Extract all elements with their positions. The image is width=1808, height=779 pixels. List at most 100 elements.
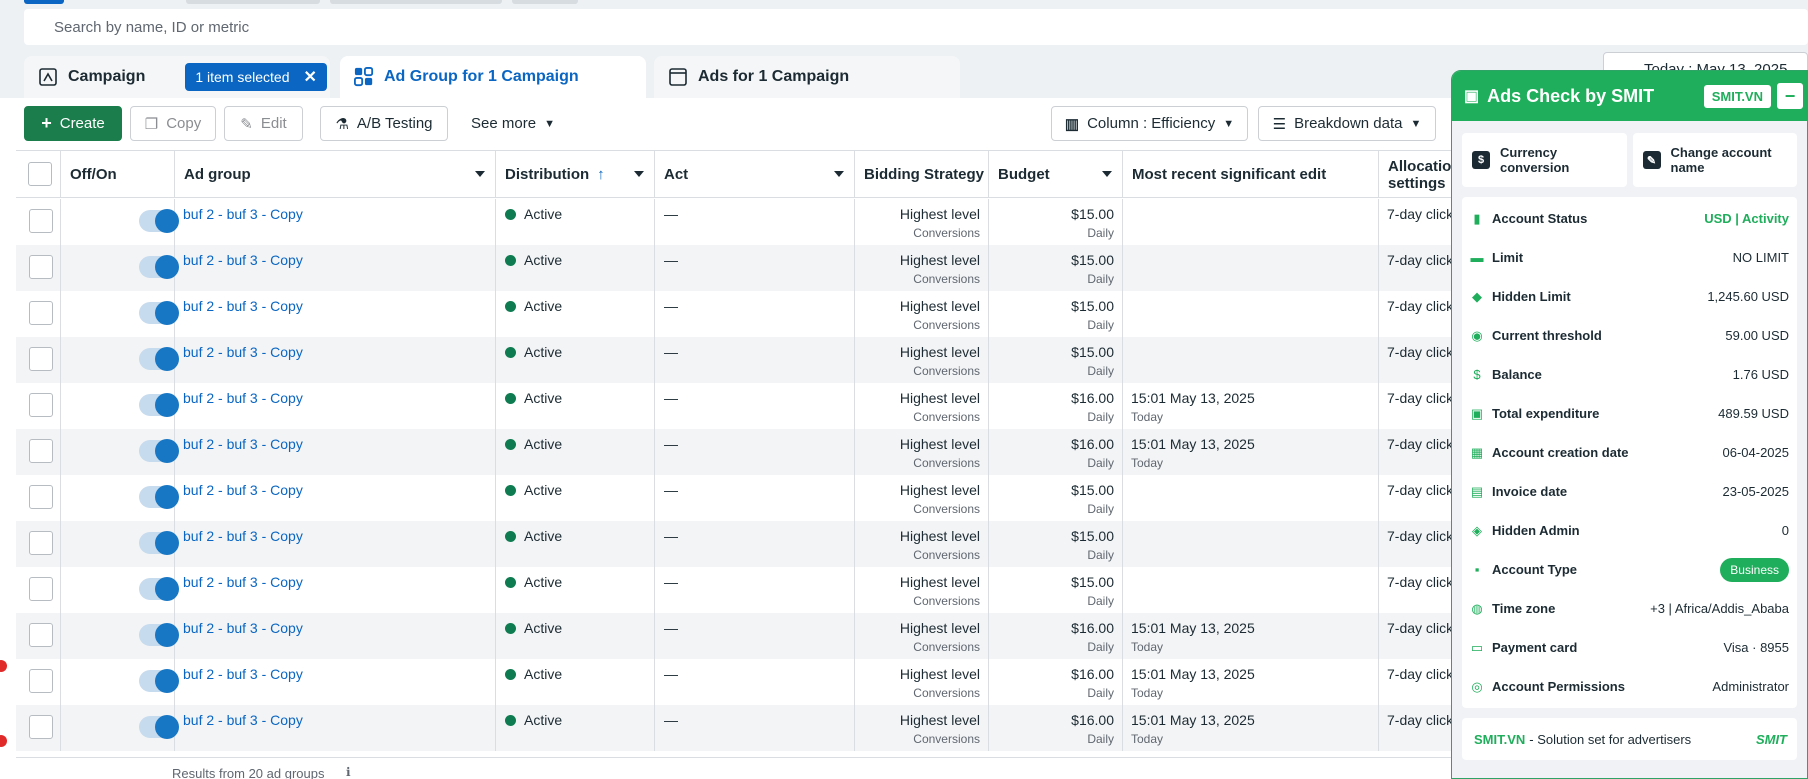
- table-row[interactable]: buf 2 - buf 3 - Copy Active — Highest level…: [16, 567, 1456, 613]
- bidding-sub: Conversions: [913, 318, 980, 332]
- column-selector[interactable]: ▥ Column : Efficiency ▼: [1051, 106, 1248, 141]
- table-row[interactable]: buf 2 - buf 3 - Copy Active — Highest level…: [16, 429, 1456, 475]
- row-edit-cell: 15:01 May 13, 2025 Today: [1123, 383, 1379, 429]
- row-checkbox[interactable]: [29, 669, 53, 693]
- tab-ads[interactable]: Ads for 1 Campaign: [654, 56, 960, 98]
- header-onoff[interactable]: Off/On: [61, 151, 175, 198]
- ad-group-link[interactable]: buf 2 - buf 3 - Copy: [183, 390, 303, 406]
- budget-value: $16.00: [1071, 620, 1114, 636]
- table-row[interactable]: buf 2 - buf 3 - Copy Active — Highest level…: [16, 199, 1456, 245]
- row-checkbox[interactable]: [29, 301, 53, 325]
- ad-group-link[interactable]: buf 2 - buf 3 - Copy: [183, 620, 303, 636]
- budget-value: $15.00: [1071, 482, 1114, 498]
- ad-group-link[interactable]: buf 2 - buf 3 - Copy: [183, 482, 303, 498]
- status-dot-icon: [505, 577, 516, 588]
- header-bidding[interactable]: Bidding Strategy: [855, 151, 989, 198]
- row-checkbox[interactable]: [29, 485, 53, 509]
- row-alloc-cell: 7-day clicks ,: [1379, 521, 1456, 567]
- ad-group-link[interactable]: buf 2 - buf 3 - Copy: [183, 298, 303, 314]
- chevron-down-icon[interactable]: [834, 171, 844, 177]
- budget-value: $16.00: [1071, 390, 1114, 406]
- on-off-toggle[interactable]: [139, 485, 179, 509]
- ad-group-link[interactable]: buf 2 - buf 3 - Copy: [183, 436, 303, 452]
- row-checkbox[interactable]: [29, 209, 53, 233]
- row-checkbox[interactable]: [29, 439, 53, 463]
- header-adgroup[interactable]: Ad group: [175, 151, 496, 198]
- tab-ad-group[interactable]: Ad Group for 1 Campaign: [340, 56, 646, 98]
- on-off-toggle[interactable]: [139, 715, 179, 739]
- chevron-down-icon[interactable]: [634, 171, 644, 177]
- ab-testing-button[interactable]: ⚗ A/B Testing: [320, 106, 448, 141]
- header-edit[interactable]: Most recent significant edit: [1123, 151, 1379, 198]
- see-more-button[interactable]: See more ▼: [460, 106, 566, 141]
- row-checkbox[interactable]: [29, 255, 53, 279]
- header-act[interactable]: Act: [655, 151, 855, 198]
- chevron-down-icon[interactable]: [475, 171, 485, 177]
- table-row[interactable]: buf 2 - buf 3 - Copy Active — Highest level…: [16, 291, 1456, 337]
- on-off-toggle[interactable]: [139, 347, 179, 371]
- table-row[interactable]: buf 2 - buf 3 - Copy Active — Highest level…: [16, 337, 1456, 383]
- on-off-toggle[interactable]: [139, 439, 179, 463]
- selection-chip[interactable]: 1 item selected ✕: [185, 63, 327, 91]
- row-checkbox[interactable]: [29, 347, 53, 371]
- chevron-down-icon[interactable]: [1102, 171, 1112, 177]
- chevron-down-icon: ▼: [1410, 117, 1422, 130]
- header-distribution[interactable]: Distribution ↑: [496, 151, 655, 198]
- ad-group-link[interactable]: buf 2 - buf 3 - Copy: [183, 206, 303, 222]
- row-bidding-cell: Highest level Conversions: [855, 705, 989, 751]
- results-summary: Results from 20 ad groups: [172, 766, 325, 779]
- header-budget[interactable]: Budget: [989, 151, 1123, 198]
- ad-group-link[interactable]: buf 2 - buf 3 - Copy: [183, 712, 303, 728]
- on-off-toggle[interactable]: [139, 531, 179, 555]
- on-off-toggle[interactable]: [139, 301, 179, 325]
- change-account-name-button[interactable]: ✎ Change account name: [1632, 133, 1797, 187]
- currency-conversion-button[interactable]: $ Currency conversion: [1462, 133, 1627, 187]
- table-row[interactable]: buf 2 - buf 3 - Copy Active — Highest level…: [16, 613, 1456, 659]
- search-input[interactable]: Search by name, ID or metric: [24, 9, 1808, 45]
- ad-group-link[interactable]: buf 2 - buf 3 - Copy: [183, 528, 303, 544]
- on-off-toggle[interactable]: [139, 623, 179, 647]
- bidding-sub: Conversions: [913, 272, 980, 286]
- row-checkbox[interactable]: [29, 577, 53, 601]
- row-act-cell: —: [655, 199, 855, 245]
- ad-group-link[interactable]: buf 2 - buf 3 - Copy: [183, 666, 303, 682]
- row-toggle-cell: [61, 521, 179, 567]
- act-value: —: [664, 390, 678, 406]
- copy-button[interactable]: ❐ Copy: [130, 106, 216, 141]
- header-alloc[interactable]: Allocation settings: [1379, 151, 1456, 198]
- smit-badge[interactable]: SMIT.VN: [1703, 84, 1771, 108]
- edit-button[interactable]: ✎ Edit: [224, 106, 303, 141]
- account-info-list: ▮ Account Status USD | Activity ▬ Limit NO LI…: [1462, 197, 1797, 708]
- on-off-toggle[interactable]: [139, 209, 179, 233]
- row-checkbox[interactable]: [29, 715, 53, 739]
- on-off-toggle[interactable]: [139, 255, 179, 279]
- bidding-value: Highest level: [899, 620, 980, 636]
- breakdown-selector[interactable]: ☰ Breakdown data ▼: [1258, 106, 1436, 141]
- row-toggle-cell: [61, 613, 179, 659]
- table-row[interactable]: buf 2 - buf 3 - Copy Active — Highest level…: [16, 659, 1456, 705]
- table-row[interactable]: buf 2 - buf 3 - Copy Active — Highest level…: [16, 705, 1456, 751]
- create-button[interactable]: + Create: [24, 106, 122, 141]
- row-status-cell: Active: [496, 475, 655, 521]
- tab-campaign[interactable]: Campaign 1 item selected ✕: [24, 56, 330, 98]
- table-row[interactable]: buf 2 - buf 3 - Copy Active — Highest level…: [16, 475, 1456, 521]
- select-all-checkbox[interactable]: [28, 162, 52, 186]
- currency-conversion-label: Currency conversion: [1500, 145, 1570, 175]
- ad-group-link[interactable]: buf 2 - buf 3 - Copy: [183, 252, 303, 268]
- row-checkbox[interactable]: [29, 623, 53, 647]
- row-checkbox[interactable]: [29, 531, 53, 555]
- info-icon[interactable]: ℹ: [346, 765, 351, 779]
- table-row[interactable]: buf 2 - buf 3 - Copy Active — Highest level…: [16, 245, 1456, 291]
- budget-sub: Daily: [1087, 686, 1114, 700]
- row-checkbox[interactable]: [29, 393, 53, 417]
- budget-value: $15.00: [1071, 252, 1114, 268]
- ad-group-link[interactable]: buf 2 - buf 3 - Copy: [183, 344, 303, 360]
- minimize-button[interactable]: −: [1777, 83, 1803, 109]
- on-off-toggle[interactable]: [139, 669, 179, 693]
- on-off-toggle[interactable]: [139, 393, 179, 417]
- ad-group-link[interactable]: buf 2 - buf 3 - Copy: [183, 574, 303, 590]
- table-row[interactable]: buf 2 - buf 3 - Copy Active — Highest level…: [16, 383, 1456, 429]
- on-off-toggle[interactable]: [139, 577, 179, 601]
- table-row[interactable]: buf 2 - buf 3 - Copy Active — Highest level…: [16, 521, 1456, 567]
- close-icon[interactable]: ✕: [304, 67, 317, 87]
